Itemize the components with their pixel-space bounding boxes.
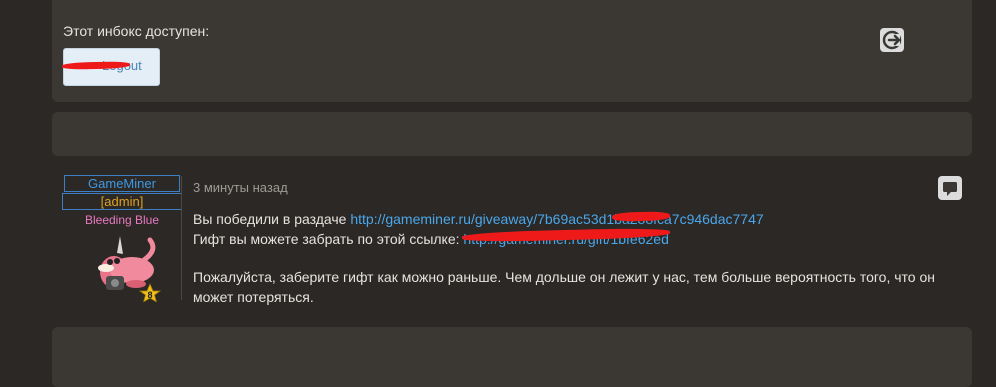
exit-arrow-icon — [882, 30, 902, 50]
empty-panel — [52, 112, 972, 156]
avatar[interactable]: 8 — [92, 232, 164, 303]
sender-info: GameMiner [admin] Bleeding Blue — [62, 175, 182, 227]
message-body: Вы победили в раздаче http://gameminer.r… — [193, 209, 953, 307]
message-paragraph: Пожалуйста, заберите гифт как можно рань… — [193, 269, 935, 305]
inbox-available-text: Этот инбокс доступен: — [63, 23, 210, 39]
inbox-panel: Этот инбокс доступен: Logout — [52, 0, 972, 102]
pig-avatar-icon: 8 — [98, 236, 162, 303]
message-timestamp: 3 минуты назад — [193, 180, 288, 195]
next-message-panel — [52, 327, 972, 387]
message-line-win: Вы победили в раздаче http://gameminer.r… — [193, 209, 953, 229]
sender-username[interactable]: GameMiner — [64, 175, 180, 192]
user-level-text: 8 — [147, 290, 152, 300]
sender-role: [admin] — [62, 193, 182, 210]
divider — [181, 176, 182, 300]
sender-game: Bleeding Blue — [84, 213, 160, 227]
speech-bubble-icon — [943, 182, 957, 196]
giveaway-link[interactable]: http://gameminer.ru/giveaway/7b69ac53d1b… — [350, 211, 763, 227]
win-text: Вы победили в раздаче — [193, 211, 351, 227]
reply-button[interactable] — [938, 176, 962, 200]
exit-button[interactable] — [880, 28, 904, 52]
gift-text: Гифт вы можете забрать по этой ссылке: — [193, 231, 464, 247]
